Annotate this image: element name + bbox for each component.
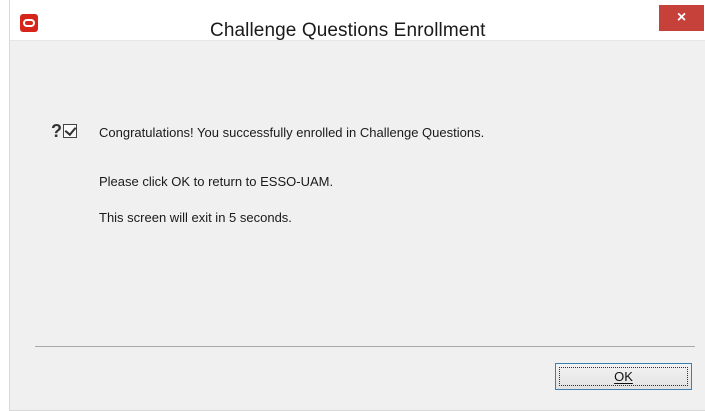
countdown-message: This screen will exit in 5 seconds. (99, 210, 292, 225)
footer-separator (35, 346, 695, 347)
instruction-message: Please click OK to return to ESSO-UAM. (99, 174, 334, 189)
dialog-window: Challenge Questions Enrollment × ? Congr… (9, 0, 705, 411)
question-mark-icon: ? (51, 121, 62, 141)
ok-button[interactable]: OK (555, 363, 692, 390)
focus-rectangle (559, 367, 688, 386)
oracle-app-icon (20, 14, 38, 32)
close-icon: × (676, 9, 687, 26)
title-bar[interactable]: Challenge Questions Enrollment × (10, 0, 705, 41)
question-checkbox-icon: ? (51, 119, 85, 143)
window-title: Challenge Questions Enrollment (210, 20, 486, 41)
close-button[interactable]: × (659, 5, 704, 31)
success-message: Congratulations! You successfully enroll… (99, 125, 485, 140)
checkbox-check-icon (63, 124, 77, 138)
